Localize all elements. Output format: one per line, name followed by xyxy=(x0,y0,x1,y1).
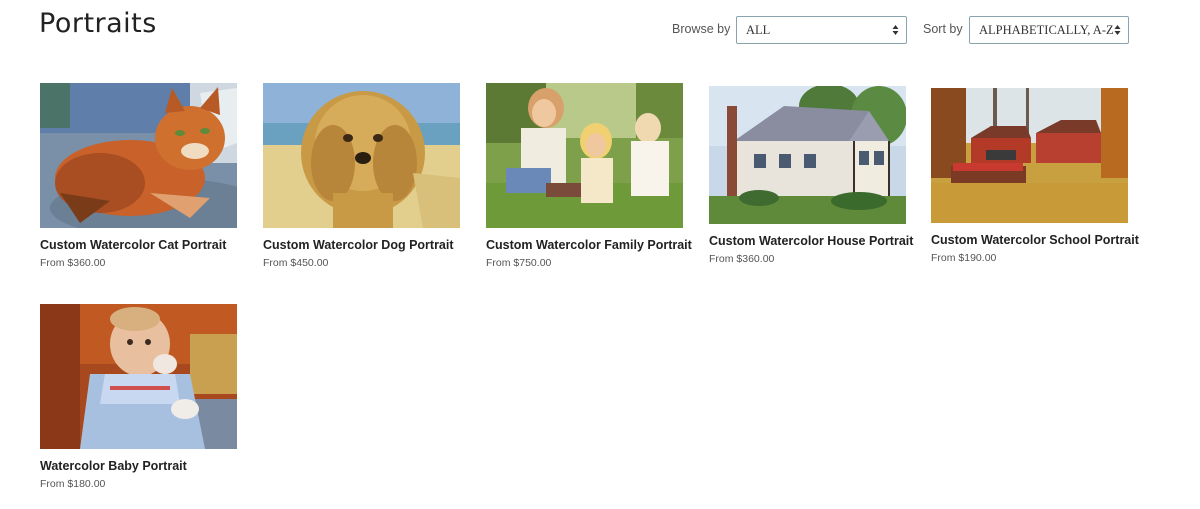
product-title[interactable]: Custom Watercolor House Portrait xyxy=(709,234,913,248)
browse-by-label: Browse by xyxy=(672,22,731,36)
product-card[interactable]: Custom Watercolor Dog Portrait From $450… xyxy=(263,83,461,269)
product-image-cat[interactable] xyxy=(40,83,237,228)
product-price: From $750.00 xyxy=(486,257,552,269)
product-image-baby[interactable] xyxy=(40,304,237,449)
page-title: Portraits xyxy=(39,8,157,39)
select-arrows-icon xyxy=(892,25,899,35)
product-card[interactable]: Custom Watercolor Family Portrait From $… xyxy=(486,83,692,269)
product-image-family[interactable] xyxy=(486,83,683,228)
sort-by-select[interactable]: ALPHABETICALLY, A-Z xyxy=(969,16,1129,44)
product-card[interactable]: Custom Watercolor House Portrait From $3… xyxy=(709,86,913,265)
product-card[interactable]: Custom Watercolor School Portrait From $… xyxy=(931,88,1139,264)
browse-by-value: ALL xyxy=(746,23,771,37)
product-card[interactable]: Watercolor Baby Portrait From $180.00 xyxy=(40,304,238,490)
product-price: From $360.00 xyxy=(40,257,106,269)
product-image-dog[interactable] xyxy=(263,83,460,228)
select-arrows-icon xyxy=(1114,25,1121,35)
browse-by-select[interactable]: ALL xyxy=(736,16,907,44)
product-image-school[interactable] xyxy=(931,88,1128,223)
sort-by-label: Sort by xyxy=(923,22,963,36)
product-title[interactable]: Custom Watercolor Family Portrait xyxy=(486,238,692,252)
sort-by-value: ALPHABETICALLY, A-Z xyxy=(979,23,1114,37)
product-title[interactable]: Custom Watercolor Dog Portrait xyxy=(263,238,461,252)
product-price: From $450.00 xyxy=(263,257,329,269)
product-card[interactable]: Custom Watercolor Cat Portrait From $360… xyxy=(40,83,238,269)
product-title[interactable]: Custom Watercolor Cat Portrait xyxy=(40,238,238,252)
product-price: From $360.00 xyxy=(709,253,775,265)
product-image-house[interactable] xyxy=(709,86,906,224)
product-title[interactable]: Watercolor Baby Portrait xyxy=(40,459,238,473)
product-title[interactable]: Custom Watercolor School Portrait xyxy=(931,233,1139,247)
product-price: From $190.00 xyxy=(931,252,997,264)
product-price: From $180.00 xyxy=(40,478,106,490)
